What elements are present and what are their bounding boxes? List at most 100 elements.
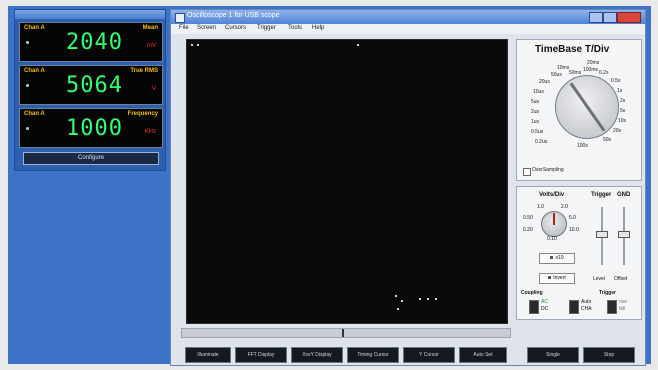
trace-marker <box>395 295 397 297</box>
trace-marker <box>197 44 199 46</box>
xvsy-display-button[interactable]: XvsY Display <box>291 347 343 363</box>
meter-mode-label: Mean <box>142 25 158 31</box>
menu-cursors[interactable]: Cursors <box>225 25 246 31</box>
menu-trigger[interactable]: Trigger <box>257 25 276 31</box>
meter-mode-label: Frequency <box>127 111 158 117</box>
auto-set-button[interactable]: Auto Set <box>459 347 507 363</box>
coupling-switch[interactable] <box>529 300 539 314</box>
oscilloscope-window: Oscilloscope 1 for USB scope File Screen… <box>170 9 646 366</box>
meter-unit: V <box>151 86 156 92</box>
trigger-auto-label: Auto <box>581 299 592 305</box>
meter-channel-label: Chan A <box>24 68 45 74</box>
meter-indicator-icon <box>26 41 29 44</box>
timebase-knob-pointer <box>569 82 606 132</box>
coupling-dc-label: DC <box>541 306 549 312</box>
offset-label: Offset <box>614 276 628 282</box>
stop-button[interactable]: Stop <box>583 347 635 363</box>
menu-help[interactable]: Help <box>312 25 324 31</box>
timebase-label: 10ms <box>557 65 570 71</box>
oversampling-checkbox[interactable] <box>523 168 531 176</box>
volts-label: 5.0 <box>569 215 576 221</box>
trigger-edge-switch[interactable] <box>607 300 617 314</box>
volts-div-knob[interactable] <box>541 211 567 237</box>
timebase-label: 50ms <box>569 70 582 76</box>
trigger-mode-switch[interactable] <box>569 300 579 314</box>
window-titlebar: Oscilloscope 1 for USB scope <box>171 10 645 24</box>
volts-label: 0.20 <box>523 227 533 233</box>
y-cursor-button[interactable]: Y Cursor <box>403 347 455 363</box>
volts-div-title: Volts/Div <box>539 192 565 198</box>
configure-button[interactable]: Configure <box>23 152 159 165</box>
single-button[interactable]: Single <box>527 347 579 363</box>
trace-marker <box>427 298 429 300</box>
meter-value: 5064 <box>66 73 123 98</box>
menu-tools[interactable]: Tools <box>288 25 302 31</box>
offset-slider[interactable] <box>618 231 630 238</box>
gnd-title: GND <box>617 192 631 198</box>
meter-frequency: Chan A Frequency 1000 KHz <box>19 108 163 148</box>
trace-marker <box>191 44 193 46</box>
trigger-rise-label: rise <box>619 299 628 305</box>
timebase-label: 10s <box>618 118 627 124</box>
timebase-label: 0.2s <box>599 70 609 76</box>
desktop: Chan A Mean 2040 mV Chan A True RMS 5064… <box>0 0 658 370</box>
meter-mean: Chan A Mean 2040 mV <box>19 22 163 62</box>
menu-bar: File Screen Cursors Trigger Tools Help <box>171 24 645 34</box>
meter-unit: KHz <box>144 129 156 135</box>
volts-label: 2.0 <box>561 204 568 210</box>
timebase-label: 1s <box>617 88 623 94</box>
window-title: Oscilloscope 1 for USB scope <box>187 12 280 19</box>
timebase-title: TimeBase T/Div <box>535 44 610 55</box>
illuminate-button[interactable]: Illuminate <box>185 347 231 363</box>
volts-label: 0.10 <box>547 236 557 242</box>
fft-display-button[interactable]: FFT Display <box>235 347 287 363</box>
level-label: Level <box>593 276 605 282</box>
menu-file[interactable]: File <box>179 25 189 31</box>
app-icon <box>175 13 185 23</box>
scope-display[interactable] <box>186 39 508 324</box>
timebase-label: 20ms <box>587 60 600 66</box>
trace-marker <box>401 300 403 302</box>
meter-mode-label: True RMS <box>130 68 158 74</box>
timebase-label: 1us <box>531 119 540 125</box>
invert-button[interactable]: Invert <box>539 273 575 284</box>
meter-true-rms: Chan A True RMS 5064 V <box>19 65 163 105</box>
timebase-label: 2us <box>531 109 540 115</box>
timebase-label: 20us <box>539 79 550 85</box>
meter-panel: Chan A Mean 2040 mV Chan A True RMS 5064… <box>14 9 166 171</box>
invert-led-icon <box>548 276 552 280</box>
maximize-button[interactable] <box>603 12 617 23</box>
trace-marker <box>397 308 399 310</box>
timebase-label: 100ms <box>583 67 599 73</box>
timebase-label: 2s <box>620 98 626 104</box>
timebase-knob[interactable] <box>555 75 619 139</box>
trigger-fall-label: fall <box>619 306 626 312</box>
scrollbar-thumb[interactable] <box>342 329 344 337</box>
trace-marker <box>435 298 437 300</box>
trace-marker <box>357 44 359 46</box>
timebase-label: 5us <box>531 99 540 105</box>
timebase-label: 50us <box>551 72 562 78</box>
volts-label: 10.0 <box>569 227 579 233</box>
meter-channel-label: Chan A <box>24 111 45 117</box>
timing-cursor-button[interactable]: Timing Cursor <box>347 347 399 363</box>
trigger-title: Trigger <box>591 192 612 198</box>
volts-label: 1.0 <box>537 204 544 210</box>
minimize-button[interactable] <box>589 12 603 23</box>
meter-channel-label: Chan A <box>24 25 45 31</box>
trace-marker <box>419 298 421 300</box>
trigger-level-slider[interactable] <box>596 231 608 238</box>
x10-button[interactable]: x10 <box>539 253 575 264</box>
trigger-group-label: Trigger <box>599 290 616 296</box>
trigger-cha-label: CHA <box>581 306 592 312</box>
timebase-label: 100s <box>577 143 588 149</box>
timebase-label: 0.5us <box>531 129 544 135</box>
timebase-label: 20s <box>613 128 622 134</box>
invert-label: Invert <box>553 275 566 281</box>
meter-indicator-icon <box>26 84 29 87</box>
menu-screen[interactable]: Screen <box>197 25 216 31</box>
horizontal-scrollbar[interactable] <box>181 328 511 338</box>
close-button[interactable] <box>617 12 641 23</box>
x10-led-icon <box>550 256 554 260</box>
meter-panel-titlebar <box>15 10 165 19</box>
